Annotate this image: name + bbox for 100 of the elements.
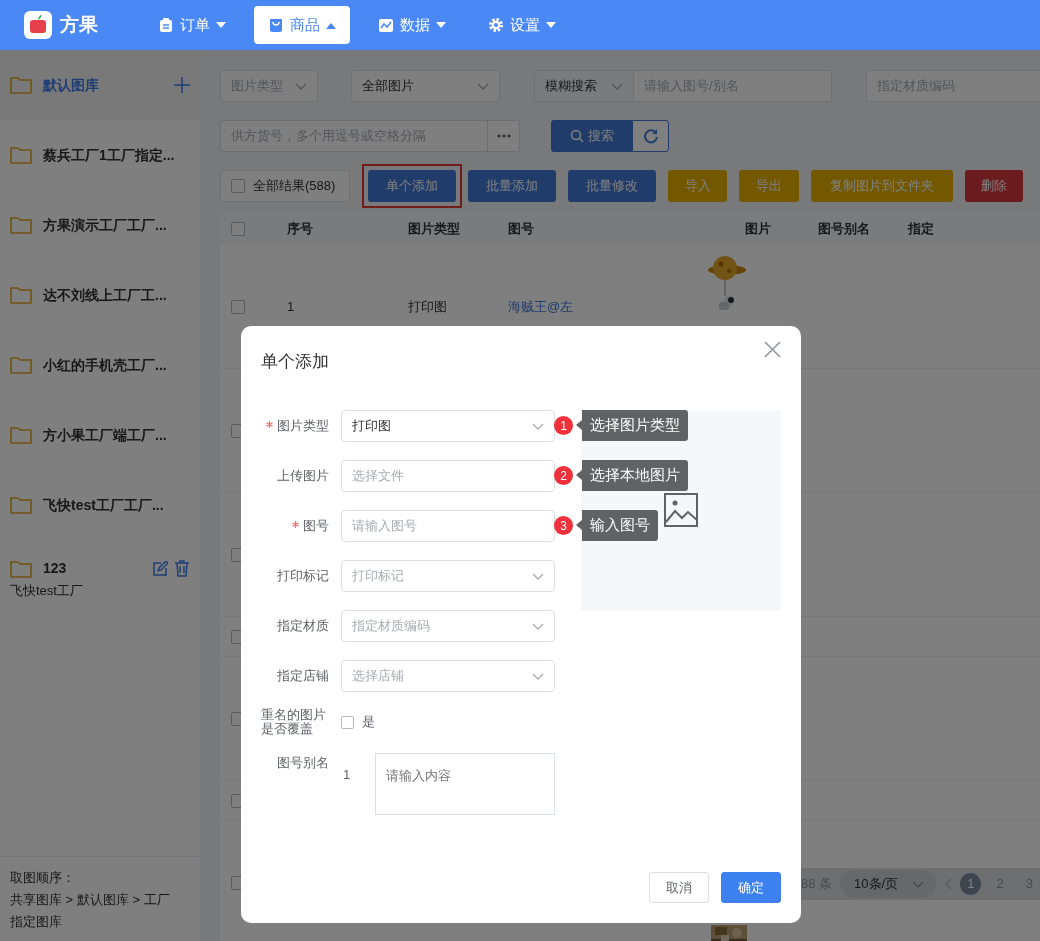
folder-icon bbox=[10, 215, 33, 235]
step-number-badge: 1 bbox=[554, 416, 573, 435]
toolbar-button[interactable]: 导入 bbox=[668, 170, 727, 202]
refresh-icon bbox=[642, 128, 659, 144]
input-field[interactable]: 选择文件 bbox=[341, 460, 555, 492]
chevron-icon bbox=[532, 622, 544, 630]
column-header: 图片 bbox=[745, 220, 771, 236]
nav-tab[interactable]: 商品 bbox=[254, 6, 350, 44]
field-label: 重名的图片是否覆盖 bbox=[261, 708, 327, 736]
drawing-number-link[interactable]: 海贼王@左 bbox=[508, 298, 574, 314]
page-size-select[interactable]: 10条/页 bbox=[840, 870, 937, 898]
clipboard-icon bbox=[158, 17, 174, 33]
column-header: 图号 bbox=[508, 220, 534, 236]
input-field[interactable]: 请输入图号 bbox=[341, 510, 555, 542]
column-header: 序号 bbox=[287, 220, 313, 236]
select-all-checkbox[interactable]: 全部结果(588) bbox=[220, 170, 350, 202]
bag-icon bbox=[268, 17, 284, 33]
library-subtitle: 飞快test工厂 bbox=[10, 582, 84, 600]
toolbar-button[interactable]: 单个添加 bbox=[368, 170, 456, 202]
library-name: 方小果工厂端工厂... bbox=[43, 425, 167, 445]
header-checkbox[interactable] bbox=[231, 221, 245, 236]
nav-tab[interactable]: 订单 bbox=[144, 6, 240, 44]
broken-image-icon bbox=[664, 493, 698, 527]
alias-field[interactable]: 请输入内容 bbox=[375, 753, 555, 815]
toolbar-button[interactable]: 删除 bbox=[965, 170, 1023, 202]
dialog-button[interactable]: 确定 bbox=[721, 872, 781, 903]
library-name: 默认图库 bbox=[43, 75, 99, 95]
select-field[interactable]: 打印图 bbox=[341, 410, 555, 442]
plus-icon[interactable] bbox=[174, 77, 190, 93]
library-item[interactable]: 小红的手机壳工厂... bbox=[0, 330, 200, 400]
chevron-icon bbox=[912, 880, 925, 888]
caret-icon bbox=[326, 21, 336, 29]
library-item[interactable]: 飞快test工厂工厂... bbox=[0, 470, 200, 540]
dialog-button[interactable]: 取消 bbox=[649, 872, 709, 903]
toolbar-button[interactable]: 批量修改 bbox=[568, 170, 656, 202]
order-note: 共享图库 > 默认图库 > 工厂指定图库 bbox=[10, 891, 171, 931]
field-label: 指定店铺 bbox=[277, 667, 329, 686]
library-item[interactable]: 达不刘线上工厂工... bbox=[0, 260, 200, 330]
field-label: 图片类型 bbox=[277, 417, 329, 436]
folder-icon bbox=[10, 425, 33, 445]
edit-icon[interactable] bbox=[152, 560, 168, 577]
library-name: 方果演示工厂工厂... bbox=[43, 215, 167, 235]
field-label: 上传图片 bbox=[277, 467, 329, 486]
column-header: 图片类型 bbox=[408, 220, 460, 236]
table-cell: 1 bbox=[287, 298, 295, 314]
nav-tab[interactable]: 设置 bbox=[474, 6, 570, 44]
hint-tooltip: 选择本地图片 bbox=[576, 460, 688, 491]
field-label: 图号别名 bbox=[276, 754, 329, 772]
row-checkbox[interactable] bbox=[231, 299, 245, 314]
folder-icon bbox=[10, 75, 33, 95]
chevron-icon bbox=[295, 82, 307, 90]
nav-tab[interactable]: 数据 bbox=[364, 6, 460, 44]
toolbar-button[interactable]: 导出 bbox=[739, 170, 799, 202]
hint-tooltip: 选择图片类型 bbox=[576, 410, 688, 441]
settings-icon bbox=[488, 17, 504, 33]
close-icon[interactable] bbox=[764, 341, 781, 358]
search-icon bbox=[569, 129, 584, 143]
select-field[interactable]: 指定材质编码 bbox=[341, 610, 555, 642]
chevron-icon bbox=[532, 422, 544, 430]
more-button[interactable] bbox=[488, 120, 520, 152]
library-item[interactable]: 123 飞快test工厂 bbox=[0, 540, 200, 610]
dialog-title: 单个添加 bbox=[261, 351, 329, 373]
toolbar-button[interactable]: 批量添加 bbox=[468, 170, 556, 202]
chart-icon bbox=[378, 17, 394, 33]
toolbar-button[interactable]: 复制图片到文件夹 bbox=[811, 170, 953, 202]
overwrite-checkbox[interactable]: 是 bbox=[341, 712, 375, 732]
library-item[interactable]: 蔡兵工厂1工厂指定... bbox=[0, 120, 200, 190]
page-button[interactable]: 1 bbox=[960, 873, 982, 895]
chevron-icon bbox=[611, 82, 623, 90]
column-header: 指定 bbox=[908, 220, 934, 236]
folder-icon bbox=[10, 558, 33, 579]
refresh-button[interactable] bbox=[632, 120, 669, 152]
more-icon bbox=[496, 134, 511, 138]
caret-icon bbox=[216, 21, 226, 29]
search-mode-select[interactable]: 模糊搜索 bbox=[534, 70, 634, 102]
order-title: 取图顺序： bbox=[10, 869, 76, 887]
library-item[interactable]: 方小果工厂端工厂... bbox=[0, 400, 200, 470]
chevron-icon bbox=[532, 672, 544, 680]
field-label: 图号 bbox=[303, 517, 329, 536]
hint-tooltip: 输入图号 bbox=[576, 510, 658, 541]
folder-icon bbox=[10, 145, 33, 165]
step-number-badge: 3 bbox=[554, 516, 573, 535]
library-name: 123 bbox=[43, 559, 67, 578]
field-label: 打印标记 bbox=[277, 567, 329, 586]
caret-icon bbox=[436, 21, 446, 29]
library-name: 小红的手机壳工厂... bbox=[43, 355, 167, 375]
library-name: 蔡兵工厂1工厂指定... bbox=[43, 145, 175, 165]
scope-select[interactable]: 全部图片 bbox=[351, 70, 500, 102]
library-item[interactable]: 默认图库 bbox=[0, 50, 200, 120]
chevron-icon bbox=[532, 572, 544, 580]
folder-icon bbox=[10, 355, 33, 375]
logo-icon bbox=[24, 11, 52, 39]
select-field[interactable]: 选择店铺 bbox=[341, 660, 555, 692]
trash-icon[interactable] bbox=[174, 560, 190, 577]
select-field[interactable]: 打印标记 bbox=[341, 560, 555, 592]
alias-index: 1 bbox=[342, 766, 352, 784]
column-header: 图号别名 bbox=[818, 220, 870, 236]
library-item[interactable]: 方果演示工厂工厂... bbox=[0, 190, 200, 260]
search-button[interactable]: 搜索 bbox=[551, 120, 632, 152]
folder-icon bbox=[10, 285, 33, 305]
